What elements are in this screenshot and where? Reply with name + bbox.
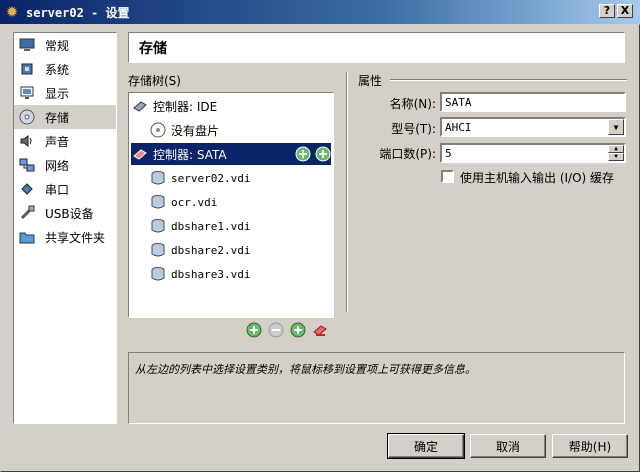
tree-node-label: server02.vdi <box>171 171 251 185</box>
spin-down-icon[interactable]: ▼ <box>608 153 624 161</box>
help-title-button[interactable]: ? <box>599 4 615 18</box>
host-io-cache-label: 使用主机输入输出 (I/O) 缓存 <box>460 171 615 185</box>
tree-node-label: 控制器: IDE <box>153 99 218 114</box>
ports-spinbox[interactable]: 5 ▲ ▼ <box>440 143 626 163</box>
speaker-icon <box>18 132 36 150</box>
disk-icon <box>18 108 36 126</box>
page-heading: 存储 <box>139 40 167 57</box>
sidebar-item-label: 常规 <box>45 38 70 53</box>
sidebar-item-label: 串口 <box>45 182 70 197</box>
sidebar-item-label: 系统 <box>45 62 70 77</box>
sidebar-item-label: 共享文件夹 <box>45 230 106 245</box>
divider <box>346 72 348 312</box>
tree-node-label: dbshare3.vdi <box>171 267 251 281</box>
type-select-value: AHCI <box>445 120 472 134</box>
add-attachment-icon[interactable] <box>289 321 307 339</box>
sidebar-item-storage[interactable]: 存储 <box>14 105 116 129</box>
info-text: 从左边的列表中选择设置类别，将鼠标移到设置项上可获得更多信息。 <box>135 363 476 376</box>
ports-value: 5 <box>445 146 452 160</box>
sidebar-item-label: 网络 <box>45 158 70 173</box>
spin-up-icon[interactable]: ▲ <box>608 145 624 153</box>
ports-label: 端口数(P): <box>379 147 436 161</box>
hard-disk-icon <box>149 169 167 187</box>
attributes-title: 属性 <box>358 74 383 88</box>
tree-toolbar <box>245 321 329 339</box>
remove-attachment-icon[interactable] <box>311 321 329 339</box>
sidebar-item-serial[interactable]: 串口 <box>14 177 116 201</box>
hard-disk-icon <box>149 241 167 259</box>
sidebar-item-label: 存储 <box>45 110 70 125</box>
type-select[interactable]: AHCI ▼ <box>440 117 626 137</box>
gear-icon: ✹ <box>5 3 19 21</box>
tree-item-empty-disc[interactable]: 没有盘片 <box>149 119 349 141</box>
tree-item-vdi[interactable]: dbshare1.vdi <box>149 215 349 237</box>
ok-button[interactable]: 确定 <box>387 433 465 459</box>
info-panel: 从左边的列表中选择设置类别，将鼠标移到设置项上可获得更多信息。 <box>128 352 625 424</box>
sidebar-item-shared-folders[interactable]: 共享文件夹 <box>14 225 116 249</box>
cd-icon <box>149 121 167 139</box>
sidebar-item-system[interactable]: 系统 <box>14 57 116 81</box>
help-button[interactable]: 帮助(H) <box>552 434 628 458</box>
ports-spinner[interactable]: ▲ ▼ <box>608 145 624 161</box>
hard-disk-icon <box>149 217 167 235</box>
tree-node-label: dbshare2.vdi <box>171 243 251 257</box>
tree-item-vdi[interactable]: server02.vdi <box>149 167 349 189</box>
tree-node-label: 没有盘片 <box>171 123 220 138</box>
sidebar-item-audio[interactable]: 声音 <box>14 129 116 153</box>
divider <box>390 79 627 81</box>
category-sidebar: 常规 系统 显示 存储 声音 网络 串口 USB设备 共享文件夹 <box>13 32 117 424</box>
tree-item-vdi[interactable]: ocr.vdi <box>149 191 349 213</box>
sidebar-item-label: 显示 <box>45 86 70 101</box>
sidebar-item-general[interactable]: 常规 <box>14 33 116 57</box>
sidebar-item-usb[interactable]: USB设备 <box>14 201 116 225</box>
monitor-icon <box>18 36 36 54</box>
tree-node-label: ocr.vdi <box>171 195 218 209</box>
host-io-cache-checkbox[interactable] <box>441 170 454 183</box>
storage-tree-label: 存储树(S) <box>128 74 181 88</box>
name-field-value: SATA <box>445 95 472 109</box>
serial-icon <box>18 180 36 198</box>
name-field[interactable]: SATA <box>440 92 626 112</box>
sidebar-item-display[interactable]: 显示 <box>14 81 116 105</box>
tree-controller-sata[interactable]: 控制器: SATA <box>131 143 331 165</box>
controller-icon <box>131 97 149 115</box>
add-cd-icon[interactable] <box>294 145 312 163</box>
add-controller-icon[interactable] <box>245 321 263 339</box>
cancel-button[interactable]: 取消 <box>470 434 546 458</box>
tree-controller-ide[interactable]: 控制器: IDE <box>131 95 331 117</box>
add-hdd-icon[interactable] <box>314 145 332 163</box>
network-icon <box>18 156 36 174</box>
hard-disk-icon <box>149 265 167 283</box>
controller-icon <box>131 145 149 163</box>
sidebar-item-label: 声音 <box>45 134 70 149</box>
tree-item-vdi[interactable]: dbshare2.vdi <box>149 239 349 261</box>
sidebar-item-label: USB设备 <box>45 206 94 221</box>
page-title: 存储 <box>128 32 625 63</box>
tree-node-label: 控制器: SATA <box>153 147 227 162</box>
close-title-button[interactable]: X <box>617 4 633 18</box>
window-title: server02 - 设置 <box>26 5 130 20</box>
title-bar: ✹ server02 - 设置 ? X <box>0 0 640 24</box>
tree-node-label: dbshare1.vdi <box>171 219 251 233</box>
folder-icon <box>18 228 36 246</box>
chevron-down-icon[interactable]: ▼ <box>608 119 624 135</box>
name-label: 名称(N): <box>389 97 436 111</box>
type-label: 型号(T): <box>391 122 436 136</box>
tree-item-vdi[interactable]: dbshare3.vdi <box>149 263 349 285</box>
storage-tree[interactable]: 控制器: IDE 没有盘片 控制器: SATA server02.vdi ocr… <box>128 92 334 318</box>
chip-icon <box>18 60 36 78</box>
display-icon <box>18 84 36 102</box>
usb-icon <box>18 204 36 222</box>
remove-controller-icon[interactable] <box>267 321 285 339</box>
sidebar-item-network[interactable]: 网络 <box>14 153 116 177</box>
hard-disk-icon <box>149 193 167 211</box>
